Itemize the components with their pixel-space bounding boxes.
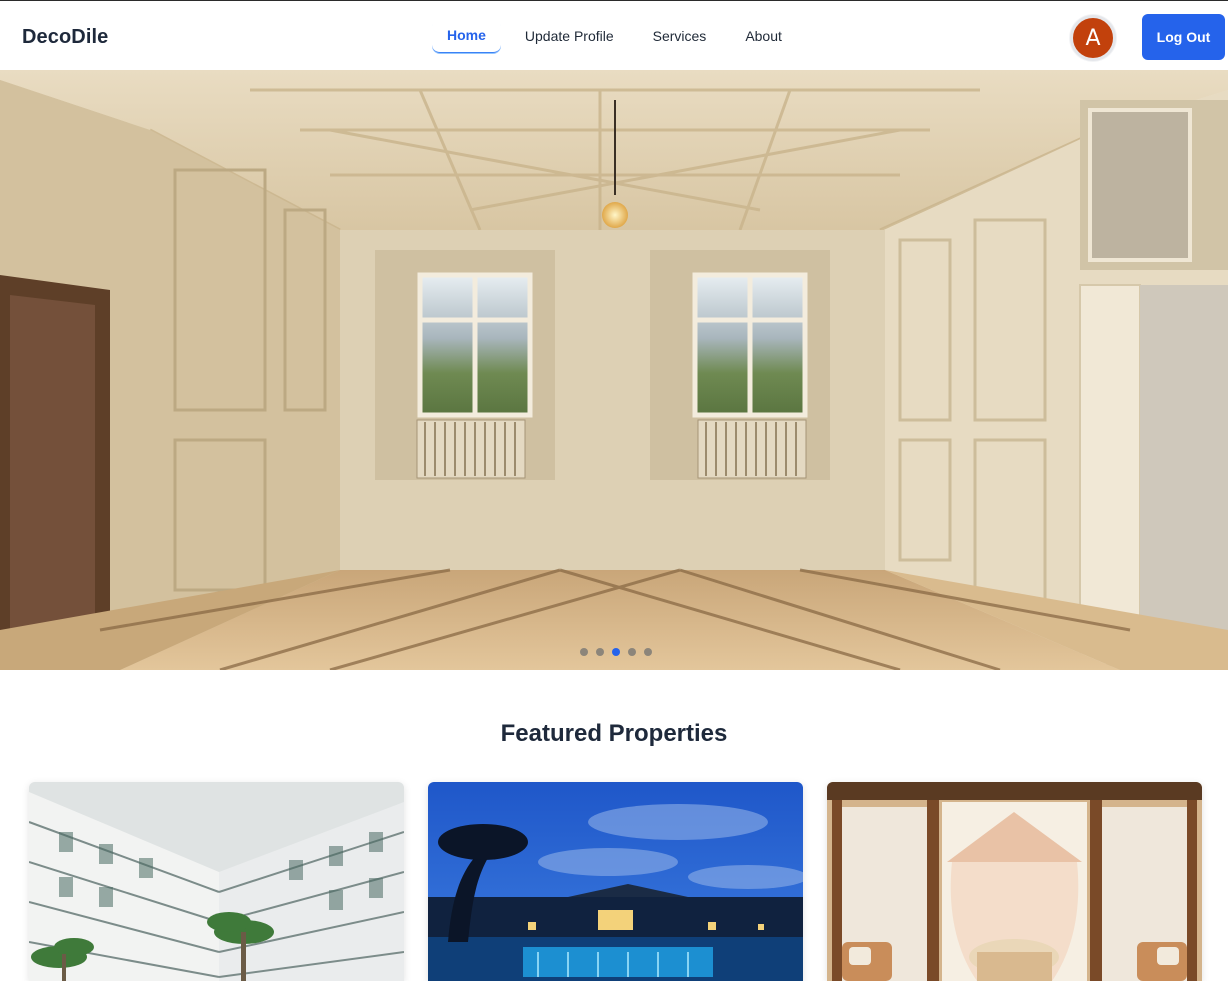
hero-room-image — [0, 70, 1228, 670]
carousel-dot-3[interactable] — [612, 648, 620, 656]
brand-logo[interactable]: DecoDile — [22, 26, 108, 49]
navbar: DecoDile Home Update Profile Services Ab… — [0, 0, 1228, 70]
nav-link-about[interactable]: About — [730, 19, 797, 53]
carousel-dot-1[interactable] — [580, 648, 588, 656]
nav-link-update-profile[interactable]: Update Profile — [510, 19, 629, 53]
nav-link-home[interactable]: Home — [432, 18, 501, 53]
logout-button[interactable]: Log Out — [1142, 14, 1225, 60]
hotel-courtyard-image — [29, 782, 404, 981]
user-avatar[interactable]: A — [1070, 15, 1116, 61]
hero-carousel — [0, 70, 1228, 670]
property-card-2[interactable] — [428, 782, 803, 981]
carousel-dot-2[interactable] — [596, 648, 604, 656]
canopy-bedroom-image — [827, 782, 1202, 981]
pool-resort-image — [428, 782, 803, 981]
carousel-dot-4[interactable] — [628, 648, 636, 656]
featured-properties-heading: Featured Properties — [500, 720, 728, 747]
carousel-dot-5[interactable] — [644, 648, 652, 656]
property-card-1[interactable] — [29, 782, 404, 981]
nav-link-services[interactable]: Services — [638, 19, 722, 53]
nav-links: Home Update Profile Services About — [432, 18, 806, 53]
property-card-3[interactable] — [827, 782, 1202, 981]
carousel-indicators — [580, 648, 660, 656]
